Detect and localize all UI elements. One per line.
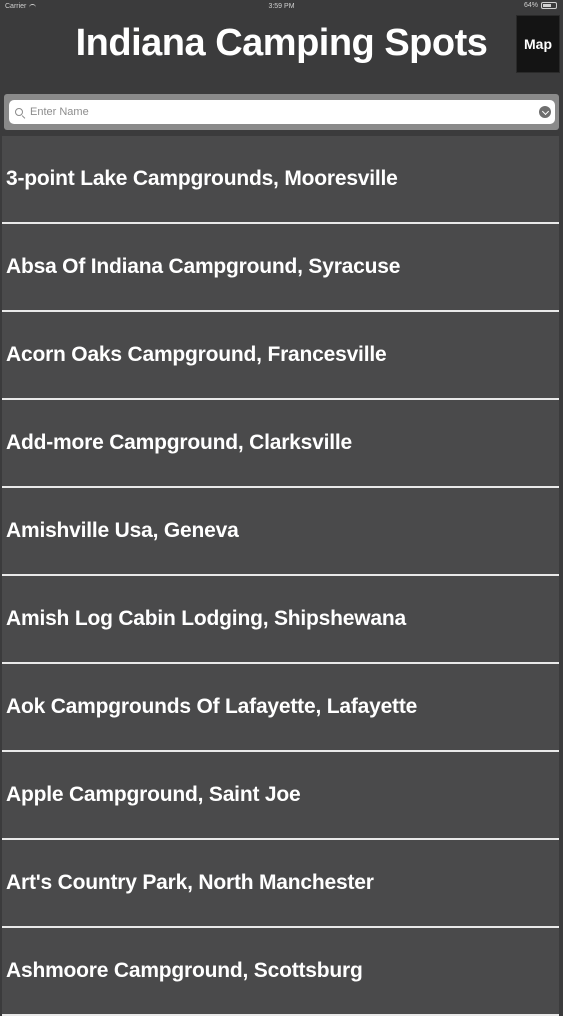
search-field[interactable] (9, 100, 555, 124)
list-item-label: Absa Of Indiana Campground, Syracuse (6, 255, 401, 278)
campground-list: 3-point Lake Campgrounds, Mooresville Ab… (0, 136, 563, 1016)
list-item[interactable]: 3-point Lake Campgrounds, Mooresville (2, 136, 559, 224)
list-item[interactable]: Apple Campground, Saint Joe (2, 752, 559, 840)
search-container (4, 94, 559, 130)
list-item-label: Acorn Oaks Campground, Francesville (6, 343, 387, 366)
header: Indiana Camping Spots Map (0, 0, 563, 88)
list-item[interactable]: Amishville Usa, Geneva (2, 488, 559, 576)
search-icon (15, 107, 24, 117)
search-bar (0, 90, 563, 134)
map-button[interactable]: Map (516, 15, 560, 73)
list-item[interactable]: Amish Log Cabin Lodging, Shipshewana (2, 576, 559, 664)
list-item-label: Aok Campgrounds Of Lafayette, Lafayette (6, 695, 418, 718)
chevron-down-icon[interactable] (539, 106, 551, 118)
list-item-label: Amish Log Cabin Lodging, Shipshewana (6, 607, 406, 630)
page-title: Indiana Camping Spots (75, 22, 488, 64)
list-item-label: Art's Country Park, North Manchester (6, 871, 374, 894)
list-item-label: Add-more Campground, Clarksville (6, 431, 352, 454)
list-item[interactable]: Add-more Campground, Clarksville (2, 400, 559, 488)
list-item[interactable]: Acorn Oaks Campground, Francesville (2, 312, 559, 400)
list-item[interactable]: Aok Campgrounds Of Lafayette, Lafayette (2, 664, 559, 752)
search-input[interactable] (24, 101, 539, 123)
list-item[interactable]: Ashmoore Campground, Scottsburg (2, 928, 559, 1016)
list-item[interactable]: Art's Country Park, North Manchester (2, 840, 559, 928)
list-item-label: Ashmoore Campground, Scottsburg (6, 959, 363, 982)
list-item[interactable]: Absa Of Indiana Campground, Syracuse (2, 224, 559, 312)
list-item-label: Amishville Usa, Geneva (6, 519, 239, 542)
list-item-label: 3-point Lake Campgrounds, Mooresville (6, 167, 398, 190)
list-item-label: Apple Campground, Saint Joe (6, 783, 301, 806)
